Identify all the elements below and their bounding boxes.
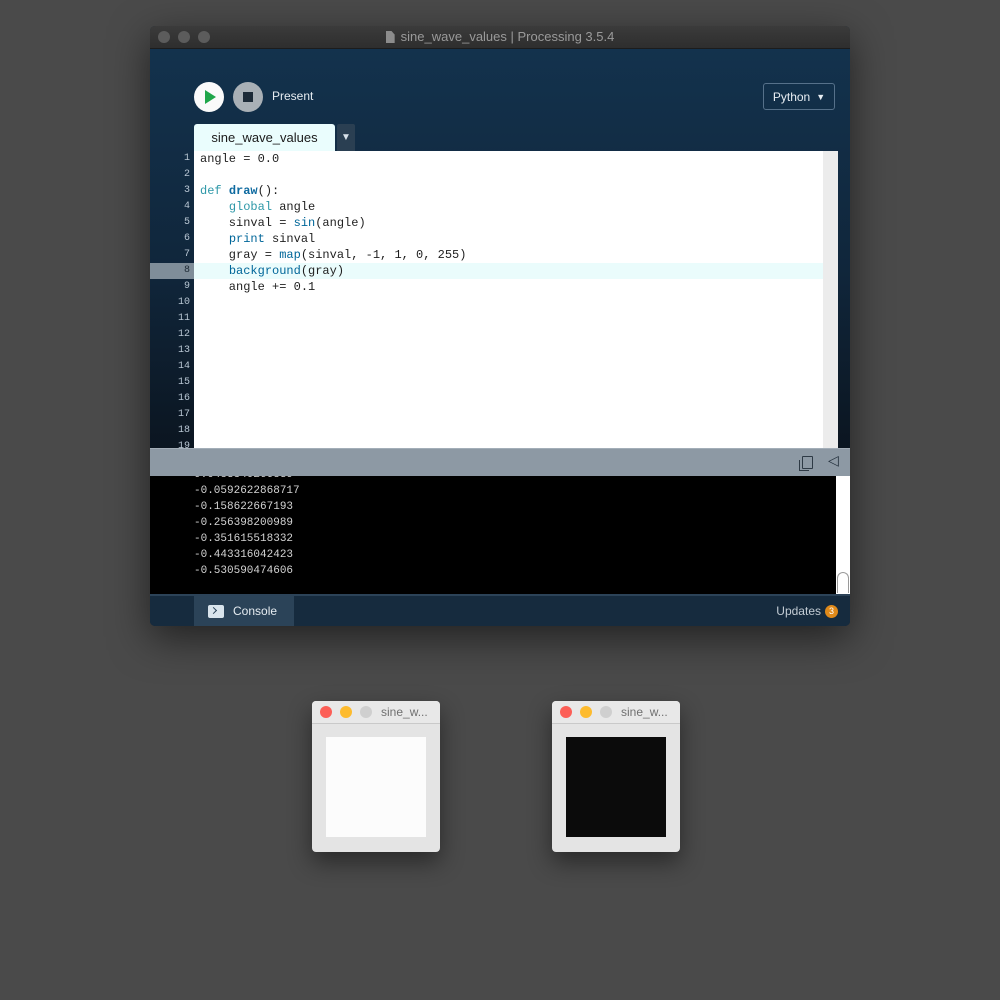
- line-number: 3: [183, 185, 190, 196]
- line-number: 7: [183, 249, 190, 260]
- sketch-title-bar: sine_w...: [312, 701, 440, 724]
- footer-bar: Console Updates 3: [150, 594, 850, 626]
- run-button[interactable]: [194, 82, 224, 112]
- minimize-button[interactable]: [580, 706, 592, 718]
- console-scroll-thumb[interactable]: [837, 572, 849, 593]
- mode-selector[interactable]: Python ▼: [763, 83, 835, 110]
- processing-ide-window: sine_wave_values | Processing 3.5.4 Pres…: [150, 26, 850, 626]
- updates-button[interactable]: Updates 3: [776, 604, 838, 618]
- editor-area: Present Python ▼ sine_wave_values ▼ 1234…: [150, 49, 850, 471]
- tab-console[interactable]: Console: [194, 596, 294, 626]
- sketch-window-light: sine_w...: [312, 701, 440, 852]
- close-button[interactable]: [560, 706, 572, 718]
- line-number-gutter: 1 2 3 4 5 6 7 8 9 10 11 12 13 14 15 16 17 18 19: [150, 151, 194, 459]
- line-number: 11: [177, 313, 190, 324]
- line-number: 9: [183, 281, 190, 292]
- close-button[interactable]: [320, 706, 332, 718]
- line-number: 13: [177, 345, 190, 356]
- code-line: sinval = sin(angle): [200, 216, 366, 230]
- sketch-title: sine_w...: [381, 705, 428, 719]
- code-line: global angle: [228, 200, 316, 214]
- minimize-button[interactable]: [178, 31, 190, 43]
- console-line: -0.530590474606: [194, 565, 294, 577]
- sketch-window-dark: sine_w...: [552, 701, 680, 852]
- tab-menu-button[interactable]: ▼: [337, 124, 355, 152]
- console-line: -0.443316042423: [194, 549, 294, 561]
- line-number: 10: [177, 297, 190, 308]
- zoom-button[interactable]: [600, 706, 612, 718]
- line-number: 4: [183, 201, 190, 212]
- line-number: 14: [177, 361, 190, 372]
- code-editor[interactable]: angle = 0.0 def draw(): global angle sin…: [194, 151, 823, 457]
- line-number: 17: [177, 409, 190, 420]
- copy-icon[interactable]: [799, 456, 813, 471]
- editor-vertical-scrollbar[interactable]: [823, 151, 838, 457]
- code-line-current: background(gray): [194, 263, 823, 279]
- zoom-button[interactable]: [198, 31, 210, 43]
- console-line: 0.0483540266839: [194, 476, 300, 483]
- zoom-button[interactable]: [360, 706, 372, 718]
- sketch-canvas[interactable]: [326, 737, 426, 837]
- line-number: 18: [177, 425, 190, 436]
- line-number: 8: [150, 263, 194, 279]
- console-line: -0.351615518332: [194, 533, 294, 545]
- line-number: 6: [183, 233, 190, 244]
- sketch-canvas[interactable]: [566, 737, 666, 837]
- tab-sine-wave-values[interactable]: sine_wave_values: [194, 124, 335, 152]
- console-divider[interactable]: ◁: [150, 448, 850, 477]
- title-bar: sine_wave_values | Processing 3.5.4: [150, 26, 850, 49]
- line-number: 5: [183, 217, 190, 228]
- collapse-console-icon[interactable]: ◁: [828, 452, 839, 469]
- chevron-down-icon: ▼: [816, 91, 826, 102]
- close-button[interactable]: [158, 31, 170, 43]
- minimize-button[interactable]: [340, 706, 352, 718]
- window-title: sine_wave_values | Processing 3.5.4: [400, 29, 615, 44]
- console-lines: 0.0483540266839 -0.0592622868717 -0.158622…: [194, 476, 300, 579]
- stop-button[interactable]: [233, 82, 263, 112]
- mode-label: Python: [772, 89, 811, 104]
- console-line: -0.0592622868717: [194, 485, 300, 497]
- line-number: 16: [177, 393, 190, 404]
- play-icon: [205, 90, 216, 104]
- sketch-title-bar: sine_w...: [552, 701, 680, 724]
- updates-label: Updates: [776, 604, 821, 618]
- updates-count-badge: 3: [825, 604, 838, 618]
- code-line: def draw():: [200, 184, 280, 198]
- code-line: angle = 0.0: [200, 152, 280, 166]
- line-number: 1: [183, 153, 190, 164]
- console-tab-label: Console: [233, 604, 278, 618]
- terminal-icon: [208, 604, 224, 618]
- sketch-title: sine_w...: [621, 705, 668, 719]
- console-output: 0.0483540266839 -0.0592622868717 -0.158622…: [150, 476, 850, 594]
- console-line: -0.158622667193: [194, 501, 294, 513]
- line-number: 12: [177, 329, 190, 340]
- code-line: print sinval: [228, 232, 316, 246]
- present-label[interactable]: Present: [272, 89, 313, 103]
- window-controls: [158, 31, 210, 43]
- document-icon: [385, 31, 395, 43]
- stop-icon: [243, 92, 253, 102]
- line-number: 2: [183, 169, 190, 180]
- line-number: 15: [177, 377, 190, 388]
- console-line: -0.256398200989: [194, 517, 294, 529]
- code-line: angle += 0.1: [200, 280, 316, 294]
- code-line: gray = map(sinval, -1, 1, 0, 255): [200, 248, 467, 262]
- console-scrollbar[interactable]: [836, 476, 850, 594]
